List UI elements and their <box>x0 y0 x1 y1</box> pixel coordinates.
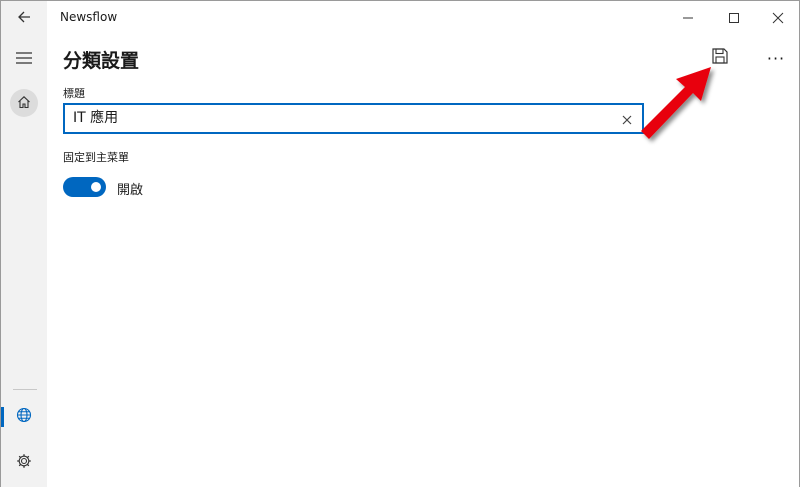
hamburger-menu-button[interactable] <box>1 39 47 79</box>
hamburger-icon <box>15 50 33 69</box>
sidebar-item-settings[interactable] <box>1 443 47 483</box>
pin-to-menu-label: 固定到主菜單 <box>63 151 129 164</box>
maximize-icon <box>728 9 740 28</box>
home-button-bg <box>10 89 38 117</box>
sidebar-item-globe[interactable] <box>1 397 47 437</box>
title-input-box <box>63 103 644 134</box>
toggle-state-text: 開啟 <box>117 183 144 198</box>
navigation-sidebar <box>1 35 47 487</box>
close-icon <box>772 9 784 28</box>
sidebar-item-home[interactable] <box>1 83 47 123</box>
back-button[interactable] <box>1 1 47 35</box>
page-title: 分類設置 <box>63 50 140 72</box>
save-icon <box>711 47 729 69</box>
clear-text-button[interactable] <box>616 108 638 130</box>
globe-icon <box>16 407 32 427</box>
maximize-button[interactable] <box>711 1 757 35</box>
title-field-label: 標題 <box>63 87 85 100</box>
toggle-knob <box>91 182 101 192</box>
save-button[interactable] <box>703 41 737 75</box>
title-bar: Newsflow <box>1 1 799 35</box>
close-button[interactable] <box>755 1 800 35</box>
app-window: Newsflow 分類設置 ··· 標題 IT 應用 固定到主菜單 開啟 <box>0 0 800 487</box>
minimize-button[interactable] <box>665 1 711 35</box>
sidebar-divider <box>13 389 37 390</box>
gear-icon <box>16 453 32 473</box>
home-icon <box>17 94 31 113</box>
minimize-icon <box>682 9 694 28</box>
pin-toggle-switch[interactable] <box>63 177 106 197</box>
more-options-button[interactable]: ··· <box>759 41 793 75</box>
title-input[interactable] <box>73 105 613 132</box>
arrow-left-icon <box>17 9 31 28</box>
main-content: 分類設置 ··· 標題 固定到主菜單 開啟 <box>47 35 799 487</box>
app-title: Newsflow <box>60 10 118 24</box>
close-icon <box>622 110 632 129</box>
